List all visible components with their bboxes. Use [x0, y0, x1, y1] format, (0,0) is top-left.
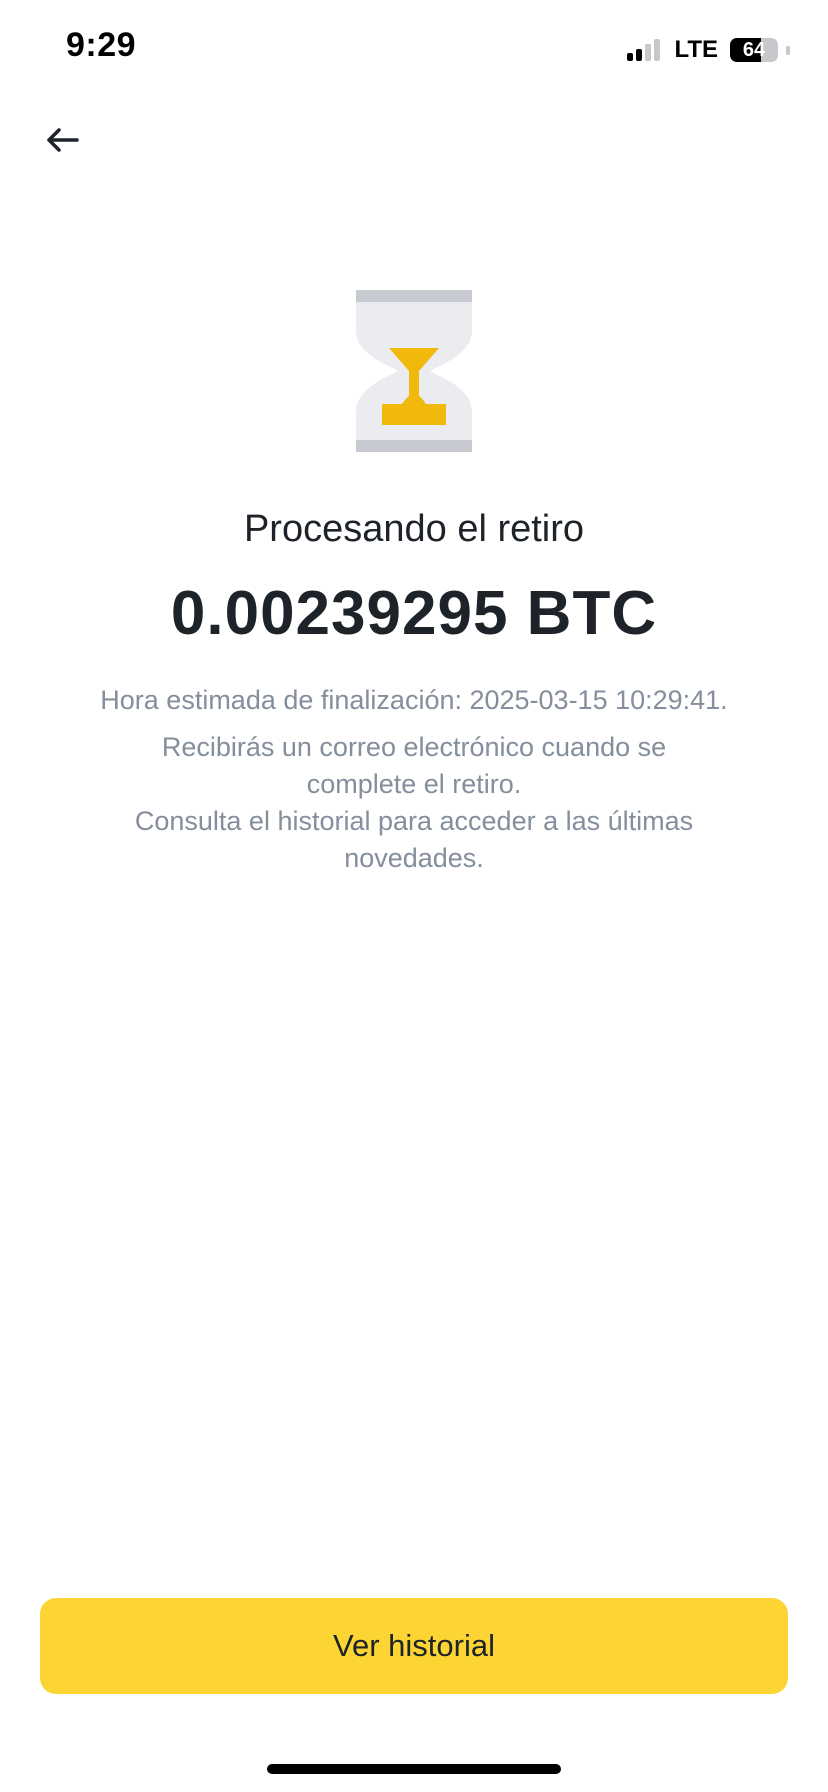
- network-type: LTE: [674, 36, 718, 63]
- withdrawal-info: Hora estimada de finalización: 2025-03-1…: [80, 682, 748, 877]
- back-button[interactable]: [38, 116, 86, 164]
- page-title: Procesando el retiro: [243, 508, 585, 550]
- history-notice: Consulta el historial para acceder a las…: [134, 806, 694, 873]
- cellular-signal-icon: [627, 39, 661, 61]
- battery-icon: 64: [730, 38, 778, 62]
- arrow-left-icon: [47, 128, 79, 152]
- withdrawal-amount: 0.00239295 BTC: [170, 579, 658, 648]
- status-time: 9:29: [66, 26, 137, 64]
- estimated-completion-time: Hora estimada de finalización: 2025-03-1…: [100, 685, 728, 715]
- home-indicator: [267, 1764, 561, 1774]
- battery-tip: [786, 45, 790, 55]
- hourglass-icon: [356, 290, 472, 452]
- battery-level: 64: [742, 39, 766, 61]
- status-bar: 9:29 LTE 64: [0, 0, 828, 100]
- status-indicators: LTE 64: [627, 36, 790, 64]
- view-history-button[interactable]: Ver historial: [40, 1598, 788, 1694]
- email-notice: Recibirás un correo electrónico cuando s…: [161, 732, 667, 799]
